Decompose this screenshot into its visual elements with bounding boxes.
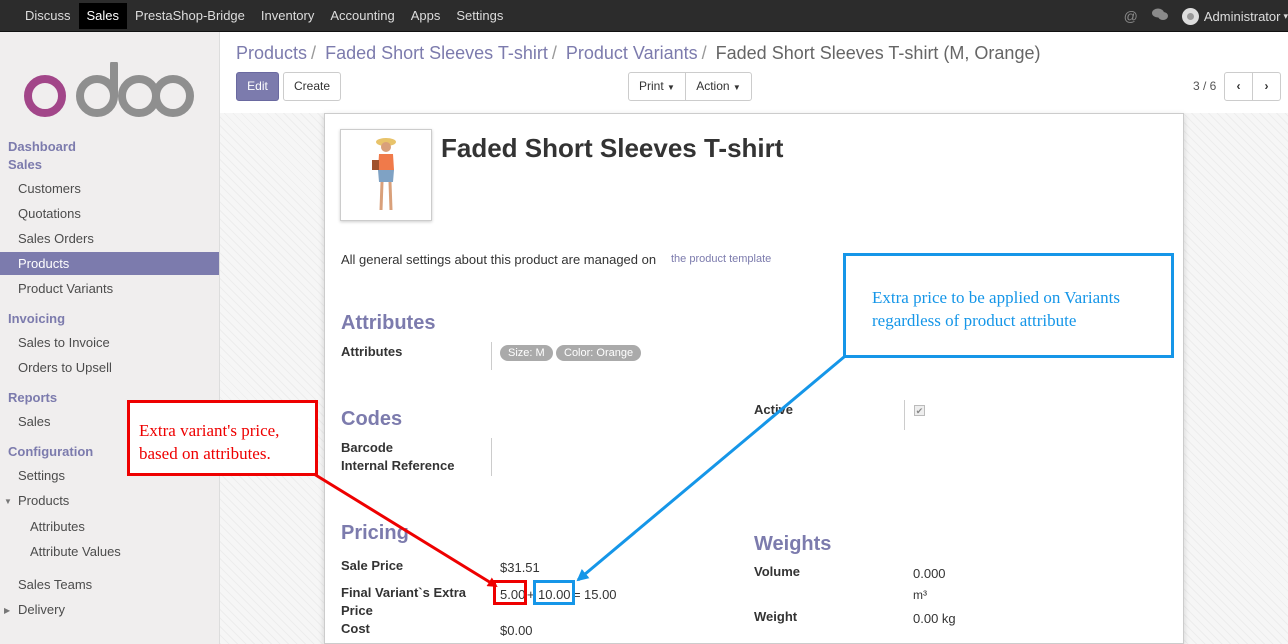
breadcrumb-separator: / — [701, 43, 707, 63]
breadcrumb-template[interactable]: Faded Short Sleeves T-shirt — [325, 43, 548, 63]
print-label: Print — [639, 79, 664, 93]
action-dropdown[interactable]: Action ▼ — [685, 72, 752, 101]
annotation-blue-callout: Extra price to be applied on Variants re… — [843, 253, 1174, 358]
annotation-red-callout: Extra variant's price, based on attribut… — [127, 400, 318, 476]
breadcrumb: Products / Faded Short Sleeves T-shirt / P… — [236, 43, 1040, 64]
breadcrumb-separator: / — [551, 43, 557, 63]
chevron-down-icon: ▼ — [732, 83, 741, 92]
sidebar-item-attribute-values[interactable]: Attribute Values — [0, 540, 219, 563]
barcode-label: Barcode — [341, 440, 394, 455]
sidebar-item-customers[interactable]: Customers — [0, 177, 219, 200]
sidebar-item-delivery[interactable]: Delivery — [0, 598, 219, 621]
chevron-down-icon: ▾ — [1283, 10, 1288, 21]
menu-apps[interactable]: Apps — [403, 0, 449, 31]
pager-next-button[interactable]: › — [1252, 72, 1281, 101]
cost-label: Cost — [341, 621, 370, 636]
annotation-red-line1: Extra variant's price, — [139, 421, 280, 440]
menu-inventory[interactable]: Inventory — [253, 0, 322, 31]
weight-label: Weight — [754, 609, 798, 624]
chat-icon[interactable] — [1151, 8, 1168, 24]
active-checkbox[interactable]: ✔ — [914, 405, 925, 416]
top-navbar: Discuss Sales PrestaShop-Bridge Inventor… — [0, 0, 1288, 32]
sidebar-header-reports: Reports — [8, 390, 58, 405]
sidebar-header-invoicing: Invoicing — [8, 311, 66, 326]
sale-price-value: $31.51 — [500, 560, 540, 575]
annotation-blue-line2: regardless of product attribute — [872, 311, 1077, 330]
sidebar-item-attributes[interactable]: Attributes — [0, 515, 219, 538]
sidebar-item-config-products[interactable]: Products — [0, 489, 219, 512]
user-menu[interactable]: Administrator — [1204, 9, 1281, 24]
pager-value[interactable]: 3 / 6 — [1193, 79, 1216, 93]
action-label: Action — [696, 79, 730, 93]
annotation-red-line2: based on attributes. — [139, 444, 271, 463]
breadcrumb-current: Faded Short Sleeves T-shirt (M, Orange) — [715, 43, 1041, 63]
print-dropdown[interactable]: Print ▼ — [628, 72, 686, 101]
field-divider — [904, 400, 905, 430]
product-name: Faded Short Sleeves T-shirt — [441, 133, 784, 163]
volume-label: Volume — [754, 564, 800, 579]
product-image[interactable] — [340, 129, 432, 221]
highlight-variant-extra — [533, 580, 575, 605]
sidebar-item-orders-to-upsell[interactable]: Orders to Upsell — [0, 356, 219, 379]
sidebar-item-sales-orders[interactable]: Sales Orders — [0, 227, 219, 250]
product-template-link[interactable]: the product template — [671, 253, 771, 265]
attribute-tag-size[interactable]: Size: M — [500, 345, 553, 361]
create-button[interactable]: Create — [283, 72, 341, 101]
at-icon[interactable]: @ — [1124, 8, 1138, 24]
codes-section-title: Codes — [341, 408, 403, 430]
attributes-section-title: Attributes — [341, 312, 436, 334]
menu-accounting[interactable]: Accounting — [322, 0, 402, 31]
pager-previous-button[interactable]: ‹ — [1224, 72, 1253, 101]
sidebar-header-sales: Sales — [8, 157, 42, 172]
sidebar-item-product-variants[interactable]: Product Variants — [0, 277, 219, 300]
active-label: Active — [754, 402, 794, 417]
sidebar-item-quotations[interactable]: Quotations — [0, 202, 219, 225]
sidebar-item-products[interactable]: Products — [0, 252, 219, 275]
field-divider — [491, 438, 492, 476]
attributes-label: Attributes — [341, 344, 403, 359]
pricing-section-title: Pricing — [341, 522, 409, 544]
odoo-logo[interactable] — [22, 62, 194, 120]
cost-value: $0.00 — [500, 623, 533, 638]
internal-reference-label: Internal Reference — [341, 458, 455, 473]
sale-price-label: Sale Price — [341, 558, 404, 573]
total-extra-price: 15.00 — [584, 587, 617, 602]
volume-unit: m³ — [913, 588, 927, 602]
menu-prestashop-bridge[interactable]: PrestaShop-Bridge — [127, 0, 253, 31]
annotation-blue-line1: Extra price to be applied on Variants — [872, 288, 1120, 307]
highlight-attribute-extra — [493, 580, 527, 605]
weight-value: 0.00 kg — [913, 611, 956, 626]
sidebar-item-sales-to-invoice[interactable]: Sales to Invoice — [0, 331, 219, 354]
breadcrumb-separator: / — [311, 43, 317, 63]
product-photo-icon — [372, 138, 396, 211]
breadcrumb-variants[interactable]: Product Variants — [566, 43, 698, 63]
menu-sales[interactable]: Sales — [78, 3, 128, 29]
extra-price-label: Final Variant`s Extra — [341, 585, 466, 600]
user-avatar[interactable] — [1181, 7, 1199, 25]
template-info-text: All general settings about this product … — [341, 252, 657, 267]
volume-value: 0.000 — [913, 566, 946, 581]
chevron-down-icon: ▼ — [667, 83, 675, 92]
extra-price-label-2: Price — [341, 603, 373, 618]
field-divider — [491, 342, 492, 370]
chevron-right-icon: › — [1264, 79, 1269, 93]
menu-settings[interactable]: Settings — [448, 0, 511, 31]
sidebar-item-sales-teams[interactable]: Sales Teams — [0, 573, 219, 596]
topbar-right: @ Administrator ▾ — [1124, 0, 1288, 32]
sidebar-dashboard[interactable]: Dashboard — [8, 139, 76, 154]
menu-discuss[interactable]: Discuss — [0, 0, 79, 31]
chevron-left-icon: ‹ — [1236, 79, 1241, 93]
attribute-tag-color[interactable]: Color: Orange — [556, 345, 642, 361]
sidebar-header-configuration: Configuration — [8, 444, 94, 459]
breadcrumb-products[interactable]: Products — [236, 43, 307, 63]
edit-button[interactable]: Edit — [236, 72, 279, 101]
app-menu: Discuss Sales PrestaShop-Bridge Inventor… — [0, 0, 511, 32]
weights-section-title: Weights — [754, 533, 832, 555]
